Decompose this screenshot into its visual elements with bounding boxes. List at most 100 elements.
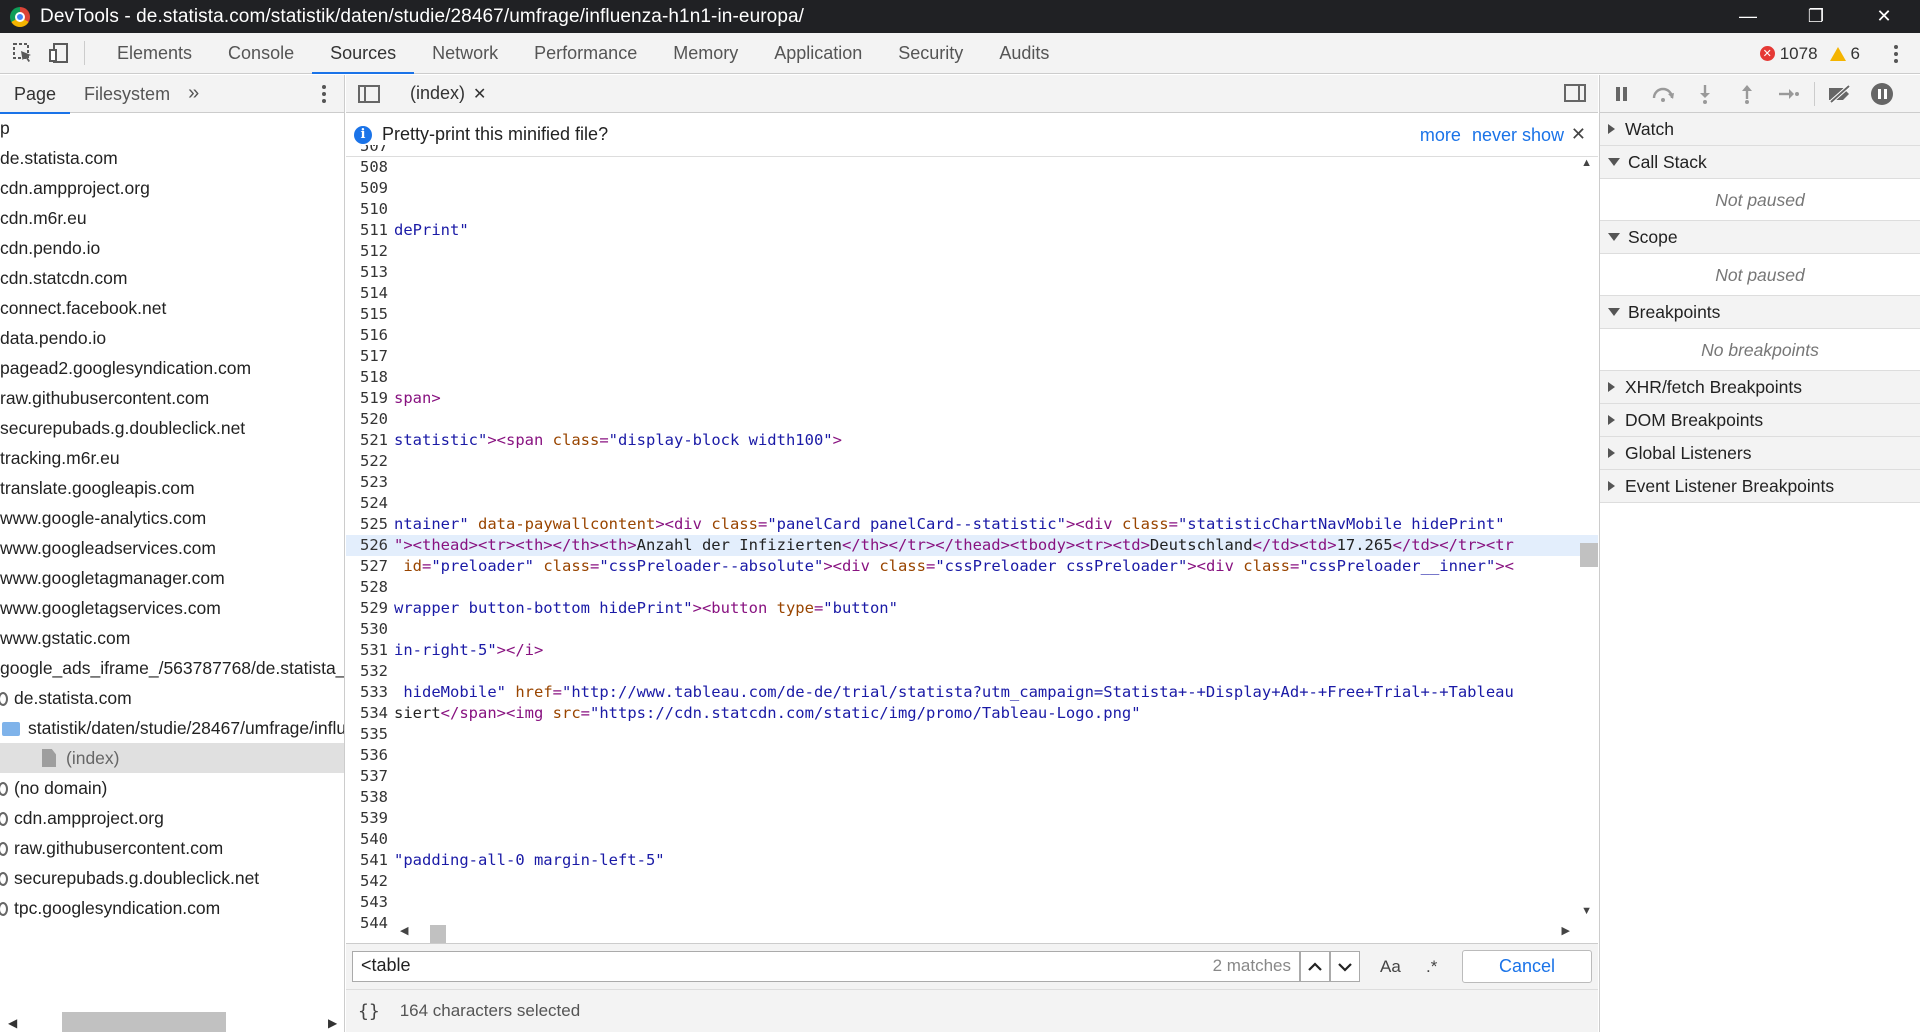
line-number[interactable]: 514 xyxy=(346,283,388,304)
tree-item[interactable]: securepubads.g.doubleclick.net xyxy=(0,863,344,893)
line-number[interactable]: 530 xyxy=(346,619,388,640)
line-number[interactable]: 543 xyxy=(346,892,388,913)
code-line[interactable]: 527 id="preloader" class="cssPreloader--… xyxy=(346,556,1598,577)
tab-filesystem[interactable]: Filesystem xyxy=(70,75,184,113)
code-line[interactable]: 516 xyxy=(346,325,1598,346)
code-line[interactable]: 525 ntainer" data-paywallcontent><div cla… xyxy=(346,514,1598,535)
line-number[interactable]: 538 xyxy=(346,787,388,808)
line-number[interactable]: 539 xyxy=(346,808,388,829)
code-line[interactable]: 530 xyxy=(346,619,1598,640)
tree-item[interactable]: cdn.statcdn.com xyxy=(0,263,344,293)
close-tab-icon[interactable]: ✕ xyxy=(473,84,486,104)
tab-audits[interactable]: Audits xyxy=(981,33,1067,74)
toggle-navigator-icon[interactable] xyxy=(358,84,380,103)
line-number[interactable]: 523 xyxy=(346,472,388,493)
code-line[interactable]: 517 xyxy=(346,346,1598,367)
pause-button[interactable] xyxy=(1600,75,1642,113)
window-close-button[interactable]: ✕ xyxy=(1852,0,1916,33)
code-line[interactable]: 526 "><thead><tr><th></th><th>Anzahl der … xyxy=(346,535,1598,556)
code-line[interactable]: 514 xyxy=(346,283,1598,304)
code-line[interactable]: 509 xyxy=(346,178,1598,199)
line-number[interactable]: 533 xyxy=(346,682,388,703)
scroll-down-icon[interactable]: ▼ xyxy=(1581,905,1592,917)
line-number[interactable]: 520 xyxy=(346,409,388,430)
code-line[interactable]: 531 in-right-5"></i> xyxy=(346,640,1598,661)
code-line[interactable]: 512 xyxy=(346,241,1598,262)
step-button[interactable] xyxy=(1768,75,1810,113)
code-line[interactable]: 520 xyxy=(346,409,1598,430)
line-number[interactable]: 535 xyxy=(346,724,388,745)
step-into-button[interactable] xyxy=(1684,75,1726,113)
pretty-print-button[interactable]: {} xyxy=(358,1001,380,1022)
tree-item[interactable]: tracking.m6r.eu xyxy=(0,443,344,473)
section-dom-breakpoints[interactable]: DOM Breakpoints xyxy=(1600,404,1920,437)
code-scroll-right-icon[interactable]: ▶ xyxy=(1562,924,1570,937)
code-line[interactable]: 519 span> xyxy=(346,388,1598,409)
line-number[interactable]: 542 xyxy=(346,871,388,892)
pause-on-exceptions-button[interactable] xyxy=(1861,75,1903,113)
never-show-link[interactable]: never show xyxy=(1472,125,1564,145)
scroll-right-icon[interactable]: ▶ xyxy=(328,1016,337,1030)
step-out-button[interactable] xyxy=(1726,75,1768,113)
tree-item[interactable]: cdn.m6r.eu xyxy=(0,203,344,233)
line-number[interactable]: 521 xyxy=(346,430,388,451)
tree-item[interactable]: www.gstatic.com xyxy=(0,623,344,653)
code-line[interactable]: 524 xyxy=(346,493,1598,514)
line-number[interactable]: 519 xyxy=(346,388,388,409)
code-line[interactable]: 538 xyxy=(346,787,1598,808)
tree-item[interactable]: pagead2.googlesyndication.com xyxy=(0,353,344,383)
code-line[interactable]: 542 xyxy=(346,871,1598,892)
next-match-button[interactable] xyxy=(1330,951,1360,982)
line-number[interactable]: 511 xyxy=(346,220,388,241)
tree-item[interactable]: translate.googleapis.com xyxy=(0,473,344,503)
line-number[interactable]: 515 xyxy=(346,304,388,325)
line-number[interactable]: 518 xyxy=(346,367,388,388)
tab-network[interactable]: Network xyxy=(414,33,516,74)
code-line[interactable]: 529 wrapper button-bottom hidePrint"><but… xyxy=(346,598,1598,619)
tree-item[interactable]: raw.githubusercontent.com xyxy=(0,383,344,413)
tree-item[interactable]: cdn.ampproject.org xyxy=(0,173,344,203)
code-line[interactable]: 521 statistic"><span class="display-block… xyxy=(346,430,1598,451)
minimize-button[interactable]: — xyxy=(1716,0,1780,33)
code-line[interactable]: 511 dePrint" xyxy=(346,220,1598,241)
line-number[interactable]: 534 xyxy=(346,703,388,724)
line-number[interactable]: 536 xyxy=(346,745,388,766)
line-number[interactable]: 526 xyxy=(346,535,388,556)
tree-item[interactable]: p xyxy=(0,113,344,143)
search-input[interactable]: <table 2 matches xyxy=(352,951,1300,982)
code-line[interactable]: 515 xyxy=(346,304,1598,325)
line-number[interactable]: 522 xyxy=(346,451,388,472)
section-call-stack[interactable]: Call Stack xyxy=(1600,146,1920,179)
step-over-button[interactable] xyxy=(1642,75,1684,113)
scroll-up-icon[interactable]: ▲ xyxy=(1581,157,1592,169)
line-number[interactable]: 527 xyxy=(346,556,388,577)
code-line[interactable]: 537 xyxy=(346,766,1598,787)
tree-item[interactable]: cdn.ampproject.org xyxy=(0,803,344,833)
previous-match-button[interactable] xyxy=(1300,951,1330,982)
tree-item[interactable]: de.statista.com xyxy=(0,143,344,173)
tree-item[interactable]: raw.githubusercontent.com xyxy=(0,833,344,863)
code-line[interactable]: 534 siert</span><img src="https://cdn.sta… xyxy=(346,703,1598,724)
line-number[interactable]: 528 xyxy=(346,577,388,598)
tab-memory[interactable]: Memory xyxy=(655,33,756,74)
code-line[interactable]: 523 xyxy=(346,472,1598,493)
tree-item[interactable]: tpc.googlesyndication.com xyxy=(0,893,344,923)
code-line[interactable]: 533 hideMobile" href="http://www.tableau… xyxy=(346,682,1598,703)
line-number[interactable]: 516 xyxy=(346,325,388,346)
more-tabs-icon[interactable]: » xyxy=(188,82,199,105)
match-case-toggle[interactable]: Aa xyxy=(1380,951,1401,982)
code-view[interactable]: 507 508 509 510 511 dePrint" 512 513 514 515 516 51… xyxy=(346,145,1598,929)
horizontal-scrollbar-thumb[interactable] xyxy=(62,1012,226,1032)
code-line[interactable]: 536 xyxy=(346,745,1598,766)
tree-item[interactable]: www.google-analytics.com xyxy=(0,503,344,533)
vertical-scrollbar-thumb[interactable] xyxy=(1580,543,1598,567)
inspect-element-icon[interactable] xyxy=(8,38,38,68)
code-line[interactable]: 532 xyxy=(346,661,1598,682)
line-number[interactable]: 524 xyxy=(346,493,388,514)
scroll-left-icon[interactable]: ◀ xyxy=(8,1016,17,1030)
code-line[interactable]: 528 xyxy=(346,577,1598,598)
tree-item[interactable]: google_ads_iframe_/563787768/de.statista… xyxy=(0,653,344,683)
deactivate-breakpoints-button[interactable] xyxy=(1819,75,1861,113)
tab-performance[interactable]: Performance xyxy=(516,33,655,74)
tree-item[interactable]: de.statista.com xyxy=(0,683,344,713)
